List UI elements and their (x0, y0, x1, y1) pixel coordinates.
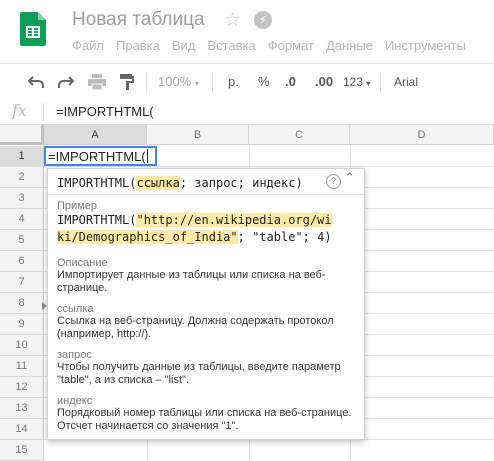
zoom-select[interactable]: 100% ▾ (158, 64, 199, 100)
function-name: IMPORTHTML( (57, 176, 137, 190)
example-url-part1: "http://en.wikipedia.org/wi (136, 213, 332, 227)
sheets-logo-icon[interactable] (20, 12, 46, 46)
description-label: Описание (57, 257, 108, 269)
menu-edit[interactable]: Правка (116, 38, 160, 53)
menu-view[interactable]: Вид (172, 38, 196, 53)
text-caret (146, 149, 148, 163)
row-header[interactable]: 13 (0, 398, 44, 419)
description-text: Импортирует данные из таблицы или списка… (57, 269, 326, 294)
example-code: IMPORTHTML("http://en.wikipedia.org/wi ki… (57, 212, 361, 246)
cell-editor-text[interactable]: =IMPORTHTML( (48, 149, 148, 164)
param-label-query: запрос (57, 349, 92, 361)
row-header[interactable]: 4 (0, 209, 44, 230)
percent-format-button[interactable]: % (258, 64, 270, 100)
lightning-icon[interactable]: ⚡ (254, 11, 272, 29)
column-header-b[interactable]: B (147, 125, 249, 145)
row-header[interactable]: 1 (0, 146, 44, 167)
undo-icon[interactable] (28, 75, 44, 89)
toolbar-separator (380, 72, 381, 92)
zoom-value: 100% (158, 74, 192, 89)
example-label: Пример (57, 200, 97, 212)
formula-bar-separator (43, 103, 44, 121)
param-desc-index: Порядковый номер таблицы или списка на в… (57, 407, 352, 432)
param-desc-query: Чтобы получить данные из таблицы, введит… (57, 361, 341, 386)
increase-decimal-button[interactable]: .00 (315, 64, 333, 100)
function-help-popup: IMPORTHTML(ссылка; запрос; индекс) ? ⌃ П… (42, 168, 365, 440)
row-header[interactable]: 8 (0, 293, 44, 314)
document-title[interactable]: Новая таблица (72, 9, 205, 31)
formula-input[interactable]: =IMPORTHTML( (56, 104, 154, 119)
example-function: IMPORTHTML( (57, 213, 137, 227)
row-header[interactable]: 3 (0, 188, 44, 209)
row-header[interactable]: 12 (0, 377, 44, 398)
fx-icon: fx (12, 101, 27, 120)
divider (48, 194, 364, 195)
chevron-down-icon: ▾ (194, 79, 199, 88)
currency-format-button[interactable]: р. (228, 64, 239, 100)
row-header[interactable]: 11 (0, 356, 44, 377)
menu-tools[interactable]: Инструменты (385, 38, 466, 53)
row-header[interactable]: 5 (0, 230, 44, 251)
example-url-part2: ki/Demographics_of_India" (57, 230, 238, 244)
font-family-select[interactable]: Arial (394, 64, 418, 100)
menu-insert[interactable]: Вставка (207, 38, 255, 53)
print-icon[interactable] (88, 74, 106, 90)
menu-format[interactable]: Формат (268, 38, 314, 53)
grid-line (44, 166, 494, 167)
menu-bar: Файл Правка Вид Вставка Формат Данные Инструме… (72, 38, 478, 56)
toolbar-separator (146, 72, 147, 92)
select-all-corner[interactable] (0, 125, 44, 145)
remaining-arguments: ; запрос; индекс) (179, 176, 303, 190)
star-icon[interactable]: ☆ (224, 9, 241, 32)
function-signature: IMPORTHTML(ссылка; запрос; индекс) (57, 176, 303, 190)
row-header[interactable]: 9 (0, 314, 44, 335)
row-header[interactable]: 6 (0, 251, 44, 272)
row-header[interactable]: 15 (0, 440, 44, 461)
redo-icon[interactable] (58, 75, 74, 89)
param-label-link: ссылка (57, 303, 94, 315)
row-header[interactable]: 2 (0, 167, 44, 188)
current-argument: ссылка (136, 176, 180, 190)
row-header[interactable]: 7 (0, 272, 44, 293)
param-desc-link: Ссылка на веб-страницу. Должна содержать… (57, 315, 334, 340)
column-header-c[interactable]: C (249, 125, 350, 145)
column-header-d[interactable]: D (350, 125, 494, 145)
row-header[interactable]: 10 (0, 335, 44, 356)
paint-format-icon[interactable] (120, 74, 134, 90)
cell-editor-value: =IMPORTHTML( (48, 149, 146, 164)
chevron-down-icon: ▾ (366, 79, 371, 88)
toolbar-separator (212, 72, 213, 92)
collapse-icon[interactable]: ⌃ (344, 170, 355, 186)
more-formats-select[interactable]: 123 ▾ (343, 64, 370, 100)
example-args: ; "table"; 4) (237, 230, 332, 244)
help-icon[interactable]: ? (326, 174, 341, 189)
arrow-right-icon (42, 302, 47, 310)
param-label-index: индекс (57, 395, 93, 407)
toolbar: 100% ▾ р. % .0 .00 123 ▾ Arial (0, 63, 494, 101)
row-header[interactable]: 14 (0, 419, 44, 440)
decrease-decimal-button[interactable]: .0 (285, 64, 296, 100)
column-header-a[interactable]: A (44, 125, 147, 145)
menu-data[interactable]: Данные (326, 38, 373, 53)
menu-file[interactable]: Файл (72, 38, 104, 53)
more-formats-label: 123 (343, 75, 364, 89)
